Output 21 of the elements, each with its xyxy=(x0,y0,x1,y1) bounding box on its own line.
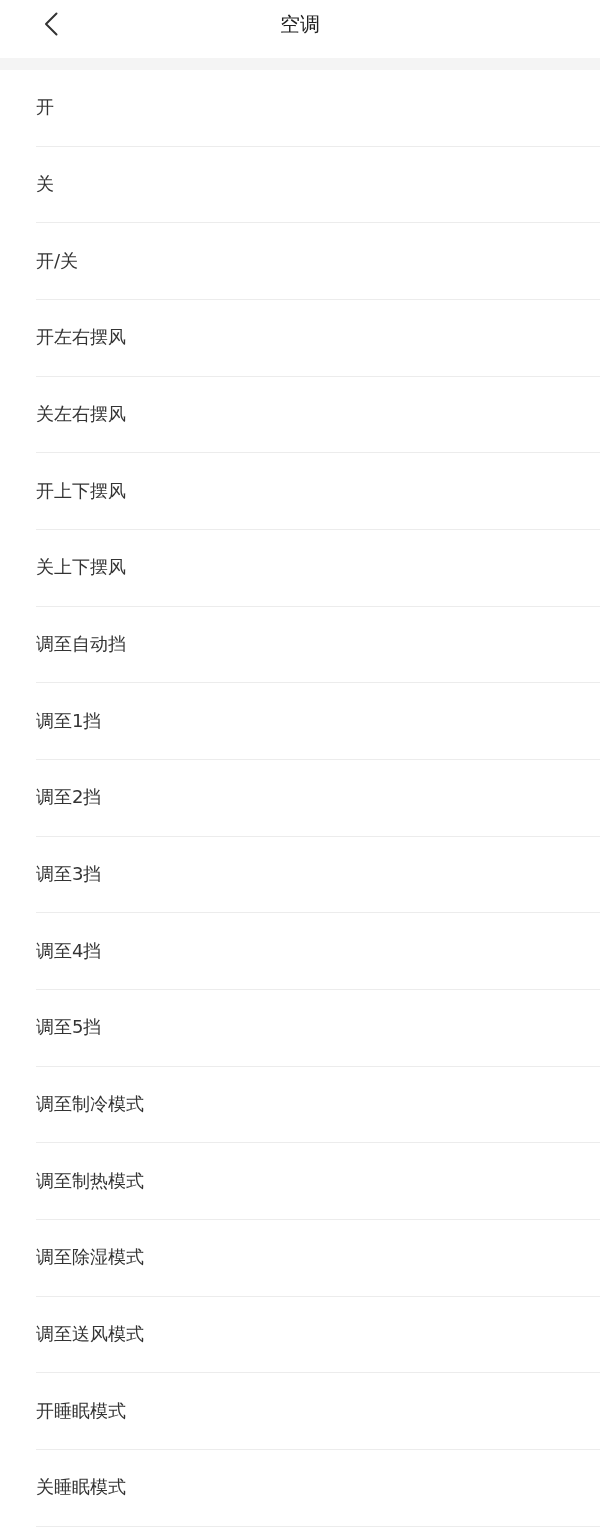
page-title: 空调 xyxy=(280,11,320,37)
list-item[interactable]: 关睡眠模式 xyxy=(36,1450,600,1527)
list-item[interactable]: 关上下摆风 xyxy=(36,530,600,607)
list-item[interactable]: 关 xyxy=(36,146,600,224)
list-item[interactable]: 调至5挡 xyxy=(36,990,600,1067)
list-item[interactable]: 开睡眠模式 xyxy=(36,1373,600,1451)
list-item[interactable]: 调至除湿模式 xyxy=(36,1220,600,1297)
list-item[interactable]: 开 xyxy=(36,70,600,147)
list-item[interactable]: 开左右摆风 xyxy=(36,300,600,377)
list-item[interactable]: 调至4挡 xyxy=(36,913,600,991)
list-item[interactable]: 调至3挡 xyxy=(36,836,600,914)
back-icon xyxy=(44,12,58,36)
list-item[interactable]: 调至1挡 xyxy=(36,683,600,761)
list-item[interactable]: 调至送风模式 xyxy=(36,1296,600,1374)
list-item[interactable]: 调至制冷模式 xyxy=(36,1066,600,1144)
list-item[interactable]: 调至制热模式 xyxy=(36,1143,600,1221)
list-item[interactable]: 关左右摆风 xyxy=(36,376,600,454)
list-item[interactable]: 开/关 xyxy=(36,223,600,300)
list-item[interactable]: 调至2挡 xyxy=(36,760,600,837)
list-item[interactable]: 调至自动挡 xyxy=(36,606,600,684)
list-item[interactable]: 开上下摆风 xyxy=(36,453,600,531)
